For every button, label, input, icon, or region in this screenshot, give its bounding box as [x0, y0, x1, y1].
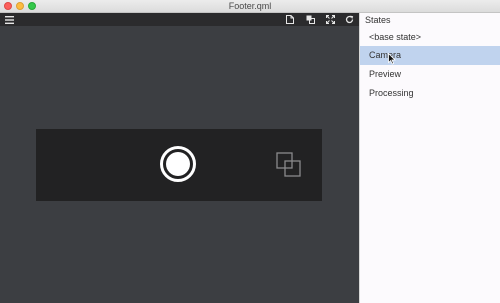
shutter-inner-circle	[166, 152, 190, 176]
state-item-preview[interactable]: Preview	[360, 65, 500, 84]
canvas-toolbar	[0, 13, 359, 26]
copy-icon[interactable]	[304, 13, 316, 26]
shutter-button[interactable]	[160, 146, 196, 182]
states-header: States	[365, 15, 391, 25]
state-item-camera[interactable]: Camera	[360, 46, 500, 65]
state-item-base[interactable]: <base state>	[360, 28, 500, 47]
state-item-label: Camera	[369, 50, 402, 60]
fit-screen-icon[interactable]	[324, 13, 336, 26]
window-title: Footer.qml	[228, 1, 272, 11]
states-panel: States <base state> Camera Preview Proce…	[359, 13, 500, 303]
footer-preview[interactable]	[36, 129, 322, 201]
new-file-icon[interactable]	[284, 13, 296, 26]
mouse-cursor-icon	[388, 53, 396, 65]
menu-icon[interactable]	[3, 13, 15, 26]
design-canvas[interactable]	[0, 13, 359, 303]
gallery-icon[interactable]	[276, 152, 302, 178]
window-title-bar: Footer.qml	[0, 0, 500, 13]
state-item-processing[interactable]: Processing	[360, 84, 500, 103]
refresh-icon[interactable]	[343, 13, 355, 26]
